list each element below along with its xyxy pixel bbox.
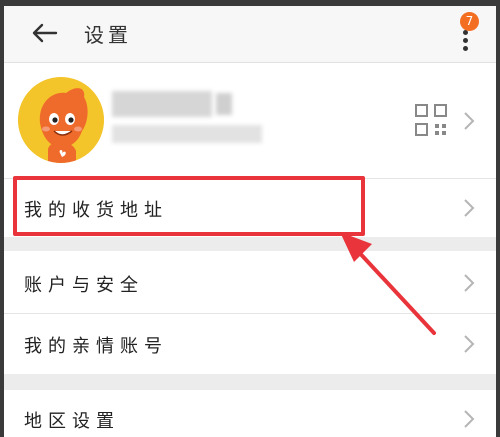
- back-button[interactable]: [30, 18, 60, 48]
- chevron-right-icon: [464, 274, 475, 292]
- profile-card[interactable]: [4, 63, 496, 179]
- page-title: 设置: [84, 23, 132, 47]
- back-arrow-icon: [32, 23, 58, 43]
- menu-item-account-security-label: 账户与安全: [24, 275, 144, 296]
- chevron-right-icon: [464, 335, 475, 353]
- menu-item-region-label: 地区设置: [24, 411, 120, 432]
- top-bar: 设置 7: [4, 6, 496, 63]
- menu-item-family-account-label: 我的亲情账号: [24, 336, 168, 357]
- chevron-right-icon: [464, 410, 475, 428]
- mascot-avatar-image: [18, 77, 104, 163]
- menu-item-account-security[interactable]: 账户与安全: [4, 251, 496, 313]
- chevron-right-icon: [464, 112, 475, 130]
- menu-item-family-account[interactable]: 我的亲情账号: [4, 314, 496, 374]
- window-frame-right: [496, 0, 500, 437]
- menu-item-region[interactable]: 地区设置: [4, 390, 496, 437]
- highlight-box: [13, 176, 365, 236]
- qr-code-icon[interactable]: [414, 103, 448, 137]
- avatar[interactable]: [18, 77, 104, 163]
- chevron-right-icon: [464, 199, 475, 217]
- notification-badge: 7: [460, 12, 479, 31]
